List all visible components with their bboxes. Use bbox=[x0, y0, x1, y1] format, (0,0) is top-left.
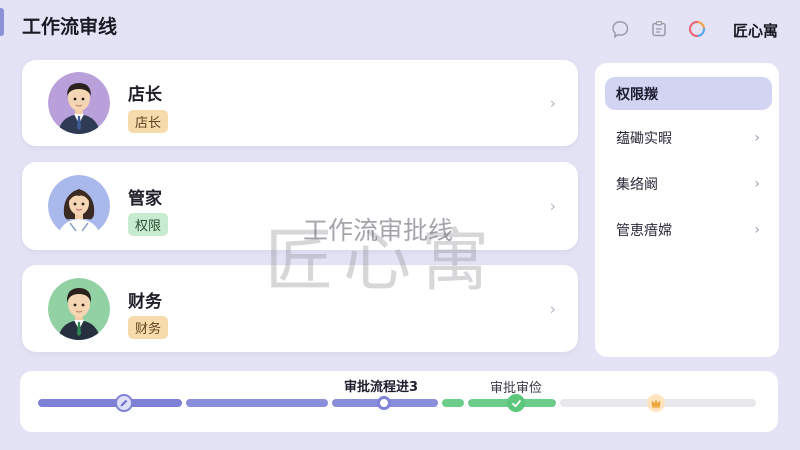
housekeeper-avatar bbox=[48, 175, 110, 237]
role-name: 管家 bbox=[128, 189, 162, 209]
clipboard-icon[interactable] bbox=[648, 18, 670, 40]
crown-icon[interactable] bbox=[647, 394, 665, 412]
check-icon[interactable] bbox=[507, 394, 525, 412]
chevron-right-icon: › bbox=[549, 196, 556, 216]
role-card-manager[interactable]: 店长 店长 › bbox=[22, 60, 578, 146]
role-card-finance[interactable]: 财务 财务 › bbox=[22, 265, 578, 352]
sidebar-item-label: 蕴磡实暇 bbox=[616, 130, 672, 147]
role-badge: 店长 bbox=[128, 110, 169, 133]
role-name: 店长 bbox=[128, 85, 162, 105]
progress-label: 审批流程进3 bbox=[344, 380, 419, 395]
progress-segment bbox=[442, 399, 464, 407]
loop-icon[interactable] bbox=[686, 18, 708, 40]
left-accent-bar bbox=[0, 8, 4, 36]
role-badge: 权限 bbox=[128, 213, 169, 236]
role-name: 财务 bbox=[128, 292, 162, 312]
permission-sidebar: 权限羰 蕴磡实暇 › 集络阚 › 管恵瘖嫦 › bbox=[595, 63, 779, 357]
chevron-right-icon: › bbox=[754, 129, 760, 146]
chevron-right-icon: › bbox=[549, 299, 556, 318]
app-title: 工作流审线 bbox=[22, 16, 118, 38]
chevron-right-icon: › bbox=[549, 93, 556, 113]
sidebar-item-label: 权限羰 bbox=[616, 86, 658, 103]
sidebar-item-3[interactable]: 集络阚 › bbox=[605, 167, 772, 200]
current-step-node[interactable] bbox=[377, 396, 391, 410]
sidebar-item-2[interactable]: 蕴磡实暇 › bbox=[605, 121, 772, 154]
sidebar-item-label: 集络阚 bbox=[616, 176, 658, 193]
manager-avatar bbox=[48, 72, 110, 134]
sidebar-item-label: 管恵瘖嫦 bbox=[616, 222, 672, 239]
progress-segment bbox=[38, 399, 182, 407]
sidebar-item-permissions[interactable]: 权限羰 bbox=[605, 77, 772, 110]
brand-name: 匠心寓 bbox=[733, 22, 779, 40]
role-badge: 财务 bbox=[128, 316, 169, 339]
progress-segment bbox=[186, 399, 328, 407]
header-icons bbox=[610, 18, 708, 40]
approval-progress-panel: 审批流程进3 审批审俭 bbox=[20, 371, 778, 432]
sidebar-item-4[interactable]: 管恵瘖嫦 › bbox=[605, 213, 772, 246]
finance-avatar bbox=[48, 277, 110, 340]
chevron-right-icon: › bbox=[754, 221, 760, 238]
chat-bubble-icon[interactable] bbox=[610, 18, 632, 40]
edit-step-icon[interactable] bbox=[115, 394, 133, 412]
chevron-right-icon: › bbox=[754, 175, 760, 192]
role-card-housekeeper[interactable]: 管家 权限 › bbox=[22, 162, 578, 250]
